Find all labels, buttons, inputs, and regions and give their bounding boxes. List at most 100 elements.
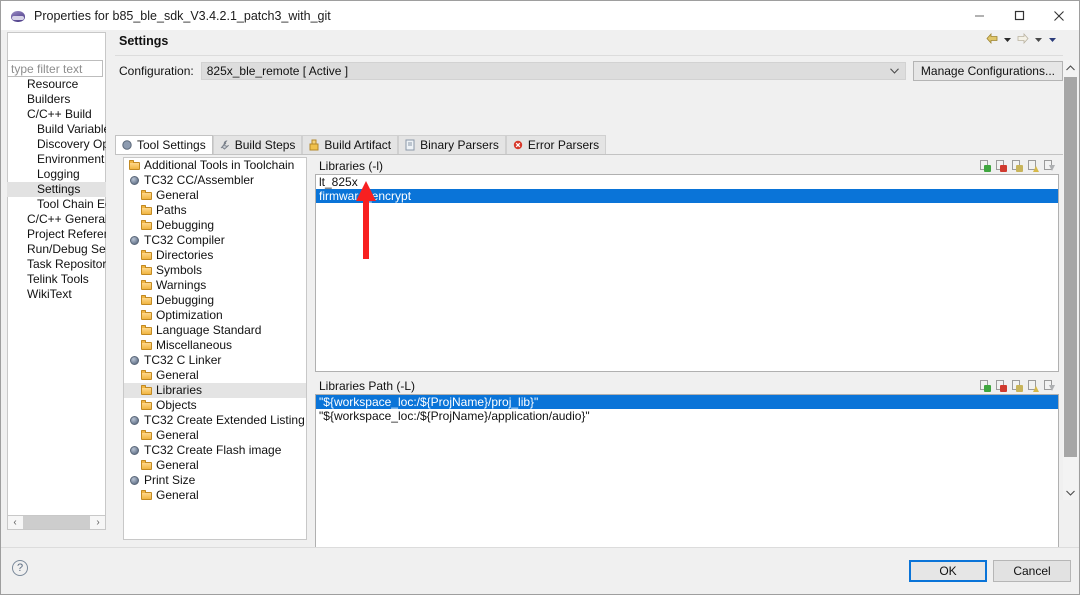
nav-item-wikitext[interactable]: WikiText (7, 287, 106, 302)
window-controls (959, 1, 1079, 30)
nav-item-tool-chain-edi[interactable]: Tool Chain Edi (7, 197, 106, 212)
tool-tree-item-miscellaneous[interactable]: Miscellaneous (124, 338, 306, 353)
tool-tree-item-additional-tools-in-toolchain[interactable]: Additional Tools in Toolchain (124, 158, 306, 173)
move-up-icon[interactable] (1026, 379, 1039, 392)
scroll-down-arrow[interactable] (1063, 485, 1078, 500)
nav-item-environment[interactable]: Environment (7, 152, 106, 167)
back-arrow-icon[interactable] (986, 32, 998, 47)
nav-item-run-debug-sett[interactable]: Run/Debug Sett (7, 242, 106, 257)
edit-icon[interactable] (1010, 159, 1023, 172)
delete-icon[interactable] (994, 379, 1007, 392)
add-icon[interactable] (978, 159, 991, 172)
tool-tree-item-debugging[interactable]: Debugging (124, 218, 306, 233)
tab-build-steps[interactable]: Build Steps (212, 135, 303, 154)
nav-item-label: Build Variable: (37, 122, 106, 136)
library-path-list-item[interactable]: "${workspace_loc:/${ProjName}/proj_lib}" (316, 395, 1058, 409)
forward-dropdown-icon[interactable] (1034, 33, 1043, 47)
move-down-icon[interactable] (1042, 159, 1055, 172)
forward-arrow-icon[interactable] (1017, 32, 1029, 47)
error-icon (512, 139, 524, 151)
cancel-button[interactable]: Cancel (993, 560, 1071, 582)
tab-binary-parsers[interactable]: Binary Parsers (398, 135, 506, 154)
nav-item-project-referenc[interactable]: Project Referenc (7, 227, 106, 242)
back-dropdown-icon[interactable] (1003, 33, 1012, 47)
nav-item-task-repository[interactable]: Task Repository (7, 257, 106, 272)
nav-item-label: Discovery Opt (37, 137, 106, 151)
help-icon[interactable]: ? (12, 560, 28, 576)
nav-item-label: C/C++ General (27, 212, 106, 226)
tool-tree-item-print-size[interactable]: Print Size (124, 473, 306, 488)
nav-item-discovery-opt[interactable]: Discovery Opt (7, 137, 106, 152)
nav-item-c-c-general[interactable]: C/C++ General (7, 212, 106, 227)
libraries-path-list[interactable]: "${workspace_loc:/${ProjName}/proj_lib}"… (315, 394, 1059, 567)
tool-icon (128, 444, 141, 457)
tool-tree-item-tc32-create-extended-listing[interactable]: TC32 Create Extended Listing (124, 413, 306, 428)
scroll-left-arrow[interactable]: ‹ (8, 516, 22, 529)
tool-tree-item-general[interactable]: General (124, 368, 306, 383)
move-up-icon[interactable] (1026, 159, 1039, 172)
tool-tree-item-label: Objects (156, 398, 197, 412)
delete-icon[interactable] (994, 159, 1007, 172)
add-icon[interactable] (978, 379, 991, 392)
libraries-path-panel-title: Libraries Path (-L) (319, 378, 416, 393)
nav-item-telink-tools[interactable]: Telink Tools (7, 272, 106, 287)
tool-tree-item-warnings[interactable]: Warnings (124, 278, 306, 293)
tool-tree-item-general[interactable]: General (124, 428, 306, 443)
tab-tool-settings[interactable]: Tool Settings (115, 135, 213, 154)
tool-tree-item-libraries[interactable]: Libraries (124, 383, 306, 398)
folder-icon (140, 459, 153, 472)
tool-tree-item-symbols[interactable]: Symbols (124, 263, 306, 278)
tool-tree-item-general[interactable]: General (124, 188, 306, 203)
maximize-icon[interactable] (999, 1, 1039, 30)
tool-chain-tree[interactable]: Additional Tools in Toolchain TC32 CC/Ass… (123, 157, 307, 540)
annotation-red-arrow-up (353, 179, 379, 261)
nav-horizontal-scrollbar[interactable]: ‹ › (7, 515, 106, 530)
tool-tree-item-tc32-cc-assembler[interactable]: TC32 CC/Assembler (124, 173, 306, 188)
close-icon[interactable] (1039, 1, 1079, 30)
artifact-icon (308, 139, 320, 151)
tool-tree-item-directories[interactable]: Directories (124, 248, 306, 263)
tool-tree-item-language-standard[interactable]: Language Standard (124, 323, 306, 338)
scroll-thumb[interactable] (1064, 77, 1077, 457)
nav-item-logging[interactable]: Logging (7, 167, 106, 182)
nav-item-resource[interactable]: Resource (7, 77, 106, 92)
scroll-up-arrow[interactable] (1063, 60, 1078, 75)
menu-dropdown-icon[interactable] (1048, 33, 1057, 47)
library-path-list-item[interactable]: "${workspace_loc:/${ProjName}/applicatio… (316, 409, 1058, 423)
tool-tree-item-paths[interactable]: Paths (124, 203, 306, 218)
scroll-thumb[interactable] (23, 516, 90, 529)
chevron-down-icon[interactable] (890, 67, 899, 76)
nav-item-label: Logging (37, 167, 80, 181)
libraries-list[interactable]: lt_825xfirmware_encrypt (315, 174, 1059, 372)
libraries-path-panel-header: Libraries Path (-L) (315, 377, 1059, 394)
manage-configurations-button[interactable]: Manage Configurations... (912, 61, 1063, 81)
tool-tree-item-general[interactable]: General (124, 458, 306, 473)
filter-input[interactable]: type filter text (7, 60, 103, 77)
minimize-icon[interactable] (959, 1, 999, 30)
tool-tree-item-tc32-compiler[interactable]: TC32 Compiler (124, 233, 306, 248)
nav-item-build-variable[interactable]: Build Variable: (7, 122, 106, 137)
tab-build-artifact[interactable]: Build Artifact (302, 135, 399, 154)
edit-icon[interactable] (1010, 379, 1023, 392)
nav-item-list[interactable]: Resource Builders C/C++ Build Build Variabl… (7, 77, 106, 517)
move-down-icon[interactable] (1042, 379, 1055, 392)
library-list-item[interactable]: lt_825x (316, 175, 1058, 189)
configuration-select[interactable]: 825x_ble_remote [ Active ] (200, 62, 906, 80)
wrench-icon (219, 139, 231, 151)
scroll-right-arrow[interactable]: › (91, 516, 105, 529)
tool-tree-item-tc32-c-linker[interactable]: TC32 C Linker (124, 353, 306, 368)
library-list-item[interactable]: firmware_encrypt (316, 189, 1058, 203)
tab-error-parsers[interactable]: Error Parsers (505, 135, 607, 154)
tool-tree-item-tc32-create-flash-image[interactable]: TC32 Create Flash image (124, 443, 306, 458)
nav-item-builders[interactable]: Builders (7, 92, 106, 107)
tab-label: Tool Settings (137, 138, 206, 152)
header-divider (115, 55, 1063, 56)
tool-tree-item-general[interactable]: General (124, 488, 306, 503)
tool-tree-item-debugging[interactable]: Debugging (124, 293, 306, 308)
tool-tree-item-objects[interactable]: Objects (124, 398, 306, 413)
dialog-vertical-scrollbar[interactable] (1063, 60, 1078, 500)
ok-button[interactable]: OK (909, 560, 987, 582)
nav-item-c-c-build[interactable]: C/C++ Build (7, 107, 106, 122)
tool-tree-item-optimization[interactable]: Optimization (124, 308, 306, 323)
nav-item-settings[interactable]: Settings (7, 182, 106, 197)
